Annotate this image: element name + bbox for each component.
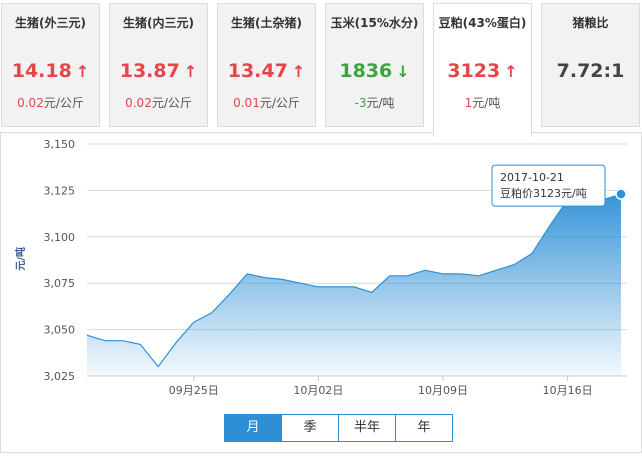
y-tick-label: 3,100 [44,231,76,244]
card-value: 13.47↑ [218,60,315,82]
card-value: 7.72:1 [542,60,639,82]
card-change-unit: 元/公斤 [44,96,84,110]
y-tick-label: 3,150 [44,138,76,151]
card-value-number: 1836 [339,60,392,82]
card-change-unit: 元/公斤 [260,96,300,110]
card-value: 1836↓ [326,60,423,82]
card-pig-grain-ratio[interactable]: 猪粮比 7.72:1 [541,3,640,127]
card-title: 豆粕(43%蛋白) [434,14,531,31]
x-tick-label: 10月16日 [543,384,593,397]
card-pig-local[interactable]: 生猪(土杂猪) 13.47↑ 0.01元/公斤 [217,3,316,127]
card-change-number: 0.01 [233,96,260,110]
up-arrow-icon: ↑ [292,62,305,81]
data-point [616,189,626,199]
card-value-number: 3123 [447,60,500,82]
card-title: 生猪(土杂猪) [218,14,315,31]
price-chart: 3,025 3,050 3,075 3,100 3,125 3,150 元/吨 09月25日 1… [0,132,642,453]
tooltip-date: 2017-10-21 [500,171,564,184]
tab-month[interactable]: 月 [224,414,282,442]
period-tabs: 月 季 半年 年 [224,414,453,442]
x-tick-label: 10月02日 [293,384,343,397]
series-area [87,194,621,376]
card-change-number: 0.02 [125,96,152,110]
up-arrow-icon: ↑ [504,62,517,81]
card-value-number: 7.72:1 [557,60,625,82]
card-value-number: 13.87 [120,60,180,82]
tab-half-year[interactable]: 半年 [339,414,396,442]
card-title: 生猪(外三元) [2,14,99,31]
card-value-number: 14.18 [12,60,72,82]
card-title: 玉米(15%水分) [326,14,423,31]
card-change: -3元/吨 [326,94,423,111]
card-change: 0.02元/公斤 [110,94,207,111]
card-change-unit: 元/吨 [366,96,394,110]
card-change: 0.02元/公斤 [2,94,99,111]
card-value: 13.87↑ [110,60,207,82]
x-tick-label: 10月09日 [418,384,468,397]
card-change-unit: 元/吨 [472,96,500,110]
card-title: 猪粮比 [542,14,639,31]
tab-year[interactable]: 年 [396,414,453,442]
down-arrow-icon: ↓ [396,62,409,81]
y-axis-label: 元/吨 [14,247,27,271]
card-change-unit: 元/公斤 [152,96,192,110]
tooltip-value: 豆粕价3123元/吨 [500,186,587,200]
card-value: 3123↑ [434,60,531,82]
card-change: 0.01元/公斤 [218,94,315,111]
card-title: 生猪(内三元) [110,14,207,31]
card-change: 1元/吨 [434,94,531,111]
card-change-number: 0.02 [17,96,44,110]
card-change-number: -3 [354,96,366,110]
card-pig-internal[interactable]: 生猪(内三元) 13.87↑ 0.02元/公斤 [109,3,208,127]
card-value-number: 13.47 [228,60,288,82]
tab-quarter[interactable]: 季 [282,414,339,442]
card-pig-external[interactable]: 生猪(外三元) 14.18↑ 0.02元/公斤 [1,3,100,127]
y-tick-label: 3,050 [44,324,76,337]
y-tick-label: 3,125 [44,184,76,197]
x-tick-label: 09月25日 [169,384,219,397]
chart-svg: 3,025 3,050 3,075 3,100 3,125 3,150 元/吨 09月25日 1… [1,133,641,452]
up-arrow-icon: ↑ [76,62,89,81]
card-soymeal[interactable]: 豆粕(43%蛋白) 3123↑ 1元/吨 [433,3,532,137]
up-arrow-icon: ↑ [184,62,197,81]
y-tick-label: 3,075 [44,277,76,290]
price-cards: 生猪(外三元) 14.18↑ 0.02元/公斤 生猪(内三元) 13.87↑ 0… [0,0,642,132]
card-value: 14.18↑ [2,60,99,82]
y-tick-label: 3,025 [44,370,76,383]
card-corn[interactable]: 玉米(15%水分) 1836↓ -3元/吨 [325,3,424,127]
